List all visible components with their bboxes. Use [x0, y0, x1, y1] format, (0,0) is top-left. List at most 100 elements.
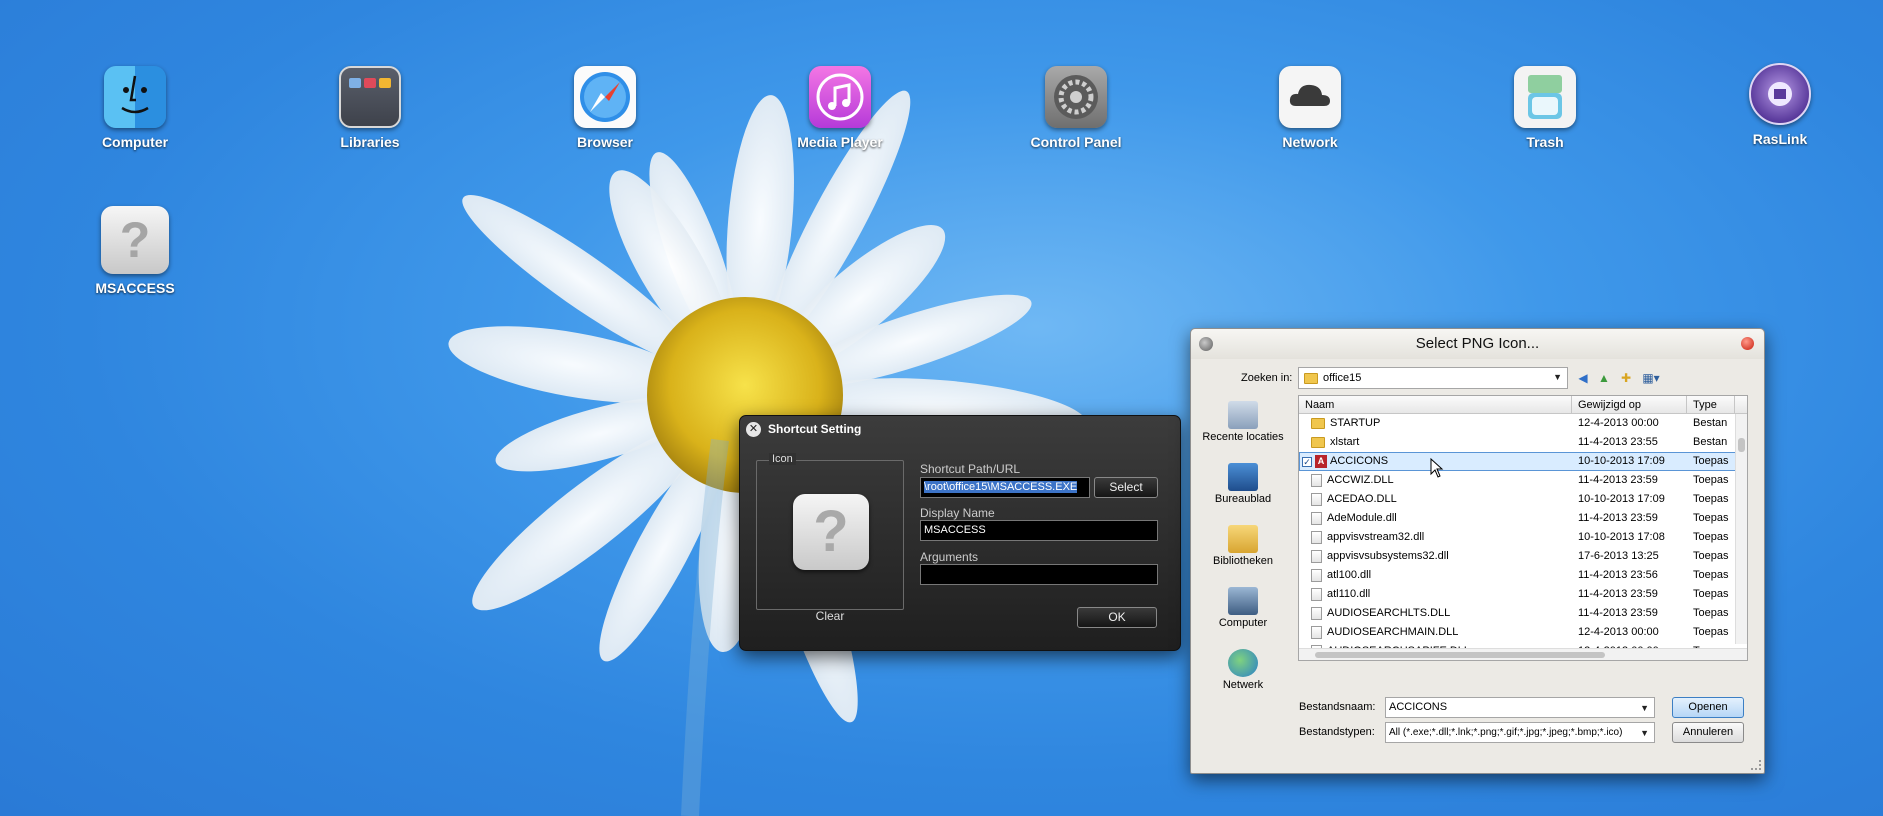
look-in-combo[interactable]: office15 ▼: [1298, 367, 1568, 389]
dll-file-icon: [1311, 512, 1322, 525]
arguments-input[interactable]: [920, 564, 1158, 585]
file-type: Bestan: [1693, 436, 1728, 448]
finder-icon: [104, 66, 166, 128]
file-name-cell: STARTUP: [1299, 414, 1572, 433]
file-type: Toepas: [1693, 493, 1729, 505]
desktop-icon-raslink[interactable]: RasLink: [1710, 63, 1850, 147]
ok-button[interactable]: OK: [1077, 607, 1157, 628]
up-folder-icon[interactable]: ▲: [1595, 369, 1613, 387]
file-name: appvisvstream32.dll: [1327, 531, 1425, 543]
file-list[interactable]: Naam Gewijzigd op Type STARTUP 12-4-2013 …: [1298, 395, 1748, 661]
select-button[interactable]: Select: [1094, 477, 1158, 498]
file-name: STARTUP: [1330, 417, 1381, 429]
place-label: Computer: [1218, 617, 1268, 629]
desktop-icon-libraries[interactable]: Libraries: [300, 66, 440, 150]
filename-value: ACCICONS: [1389, 701, 1448, 713]
file-name: ACEDAO.DLL: [1327, 493, 1397, 505]
column-header-modified[interactable]: Gewijzigd op: [1572, 396, 1687, 413]
scroll-thumb[interactable]: [1315, 652, 1605, 658]
file-row[interactable]: appvisvsubsystems32.dll 17-6-2013 13:25 To…: [1299, 547, 1747, 566]
scroll-thumb[interactable]: [1738, 438, 1745, 452]
file-row[interactable]: atl110.dll 11-4-2013 23:59 Toepas: [1299, 585, 1747, 604]
folder-icon: [1311, 437, 1325, 448]
file-row[interactable]: AUDIOSEARCHMAIN.DLL 12-4-2013 00:00 Toepas: [1299, 623, 1747, 642]
close-icon[interactable]: ✕: [746, 421, 761, 437]
file-modified: 10-10-2013 17:08: [1578, 531, 1665, 543]
cancel-button[interactable]: Annuleren: [1672, 722, 1744, 743]
checkbox-icon[interactable]: ✓: [1302, 456, 1312, 467]
file-type: Toepas: [1693, 626, 1729, 638]
file-type: Bestan: [1693, 417, 1728, 429]
folder-icon: [1304, 372, 1318, 384]
desktop-icon-network[interactable]: Network: [1240, 66, 1380, 150]
file-rows: STARTUP 12-4-2013 00:00 Bestan xlstart 11-4-…: [1299, 414, 1747, 660]
file-row[interactable]: appvisvstream32.dll 10-10-2013 17:08 Toepa…: [1299, 528, 1747, 547]
gear-icon: [1045, 66, 1107, 128]
resize-grip[interactable]: [1751, 760, 1761, 770]
place-recent[interactable]: Recente locaties: [1199, 401, 1287, 461]
file-modified: 11-4-2013 23:55: [1578, 436, 1658, 448]
file-name: AUDIOSEARCHLTS.DLL: [1327, 607, 1451, 619]
window-menu-icon[interactable]: [1199, 337, 1213, 351]
desktop-icon-msaccess[interactable]: ? MSACCESS: [65, 206, 205, 296]
file-type: Toepas: [1693, 607, 1729, 619]
file-row[interactable]: xlstart 11-4-2013 23:55 Bestan: [1299, 433, 1747, 452]
file-row[interactable]: STARTUP 12-4-2013 00:00 Bestan: [1299, 414, 1747, 433]
file-row[interactable]: AUDIOSEARCHLTS.DLL 11-4-2013 23:59 Toepas: [1299, 604, 1747, 623]
shortcut-icon-preview[interactable]: ?: [793, 494, 869, 570]
close-icon[interactable]: [1741, 337, 1754, 350]
desktop-icon-media-player[interactable]: Media Player: [770, 66, 910, 150]
dll-file-icon: [1311, 607, 1322, 620]
dll-file-icon: [1311, 550, 1322, 563]
desktop-icon-browser[interactable]: Browser: [535, 66, 675, 150]
desktop-icon-trash[interactable]: Trash: [1475, 66, 1615, 150]
place-network[interactable]: Netwerk: [1199, 649, 1287, 709]
view-menu-icon[interactable]: ▦▾: [1639, 369, 1663, 387]
place-libraries[interactable]: Bibliotheken: [1199, 525, 1287, 585]
back-icon[interactable]: ◀: [1574, 369, 1592, 387]
file-type: Toepas: [1693, 588, 1729, 600]
desktop-icon-label: Libraries: [340, 134, 400, 150]
desktop-icon-control-panel[interactable]: Control Panel: [1006, 66, 1146, 150]
file-row[interactable]: ✓ A ACCICONS 10-10-2013 17:09 Toepas: [1299, 452, 1747, 471]
desktop-icon-label: Browser: [576, 134, 634, 150]
libraries-icon: [339, 66, 401, 128]
file-row[interactable]: atl100.dll 11-4-2013 23:56 Toepas: [1299, 566, 1747, 585]
place-computer[interactable]: Computer: [1199, 587, 1287, 647]
file-row[interactable]: AdeModule.dll 11-4-2013 23:59 Toepas: [1299, 509, 1747, 528]
new-folder-icon[interactable]: ✚: [1617, 369, 1635, 387]
filetype-select[interactable]: All (*.exe;*.dll;*.lnk;*.png;*.gif;*.jpg…: [1385, 722, 1655, 743]
path-input[interactable]: \root\office15\MSACCESS.EXE: [920, 477, 1090, 498]
desktop-icon-label: RasLink: [1752, 131, 1808, 147]
dll-file-icon: [1311, 531, 1322, 544]
filename-label: Bestandsnaam:: [1299, 701, 1376, 713]
file-name-cell: xlstart: [1299, 433, 1572, 452]
file-modified: 11-4-2013 23:59: [1578, 474, 1658, 486]
filename-input[interactable]: ACCICONS ▼: [1385, 697, 1655, 718]
desktop-icon: [1228, 463, 1258, 491]
chevron-down-icon[interactable]: ▼: [1640, 724, 1649, 742]
display-name-input[interactable]: MSACCESS: [920, 520, 1158, 541]
path-value: \root\office15\MSACCESS.EXE: [924, 481, 1078, 493]
chevron-down-icon: ▼: [1553, 372, 1562, 382]
vertical-scrollbar[interactable]: [1735, 414, 1747, 644]
column-header-type[interactable]: Type: [1687, 396, 1735, 413]
file-row[interactable]: ACCWIZ.DLL 11-4-2013 23:59 Toepas: [1299, 471, 1747, 490]
file-modified: 10-10-2013 17:09: [1578, 493, 1665, 505]
file-row[interactable]: ACEDAO.DLL 10-10-2013 17:09 Toepas: [1299, 490, 1747, 509]
desktop-icon-label: Trash: [1526, 134, 1564, 150]
horizontal-scrollbar[interactable]: [1299, 648, 1747, 660]
arguments-label: Arguments: [920, 550, 979, 564]
column-header-name[interactable]: Naam: [1299, 396, 1572, 413]
desktop-icon-computer[interactable]: Computer: [65, 66, 205, 150]
open-button[interactable]: Openen: [1672, 697, 1744, 718]
raslink-icon: [1749, 63, 1811, 125]
file-name-cell: atl110.dll: [1299, 585, 1572, 604]
chevron-down-icon[interactable]: ▼: [1640, 699, 1649, 717]
file-modified: 12-4-2013 00:00: [1578, 626, 1659, 638]
file-modified: 12-4-2013 00:00: [1578, 417, 1659, 429]
place-desktop[interactable]: Bureaublad: [1199, 463, 1287, 523]
desktop-icon-label: MSACCESS: [95, 280, 175, 296]
clear-button[interactable]: Clear: [756, 609, 904, 623]
file-modified: 11-4-2013 23:56: [1578, 569, 1658, 581]
